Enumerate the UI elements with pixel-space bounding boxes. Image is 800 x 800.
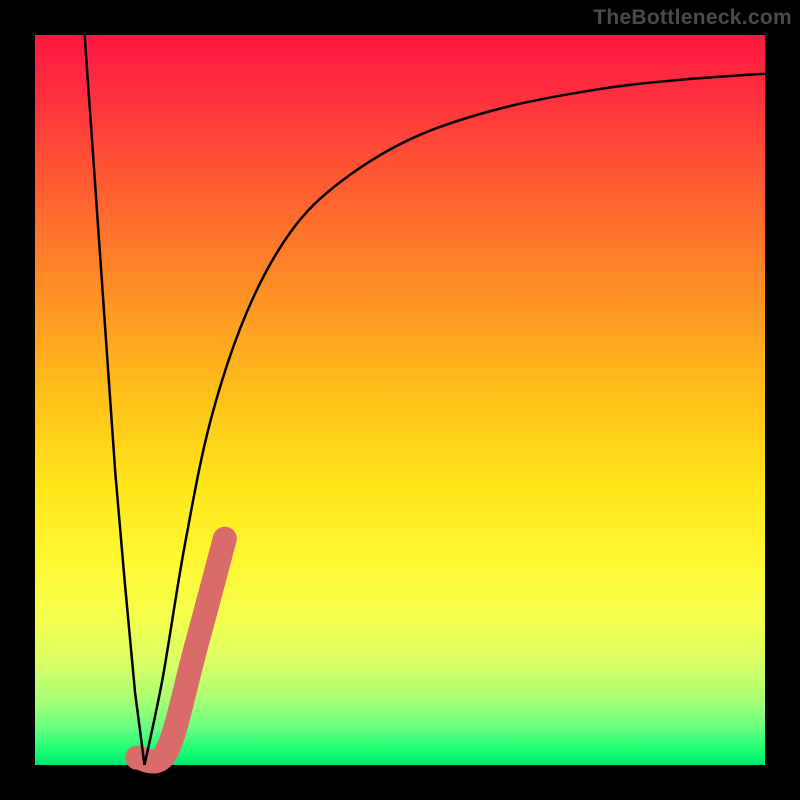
chart-svg <box>0 0 800 800</box>
right-curve <box>145 74 766 765</box>
chart-frame: TheBottleneck.com <box>0 0 800 800</box>
left-curve <box>85 35 145 765</box>
curve-layer <box>85 35 765 765</box>
